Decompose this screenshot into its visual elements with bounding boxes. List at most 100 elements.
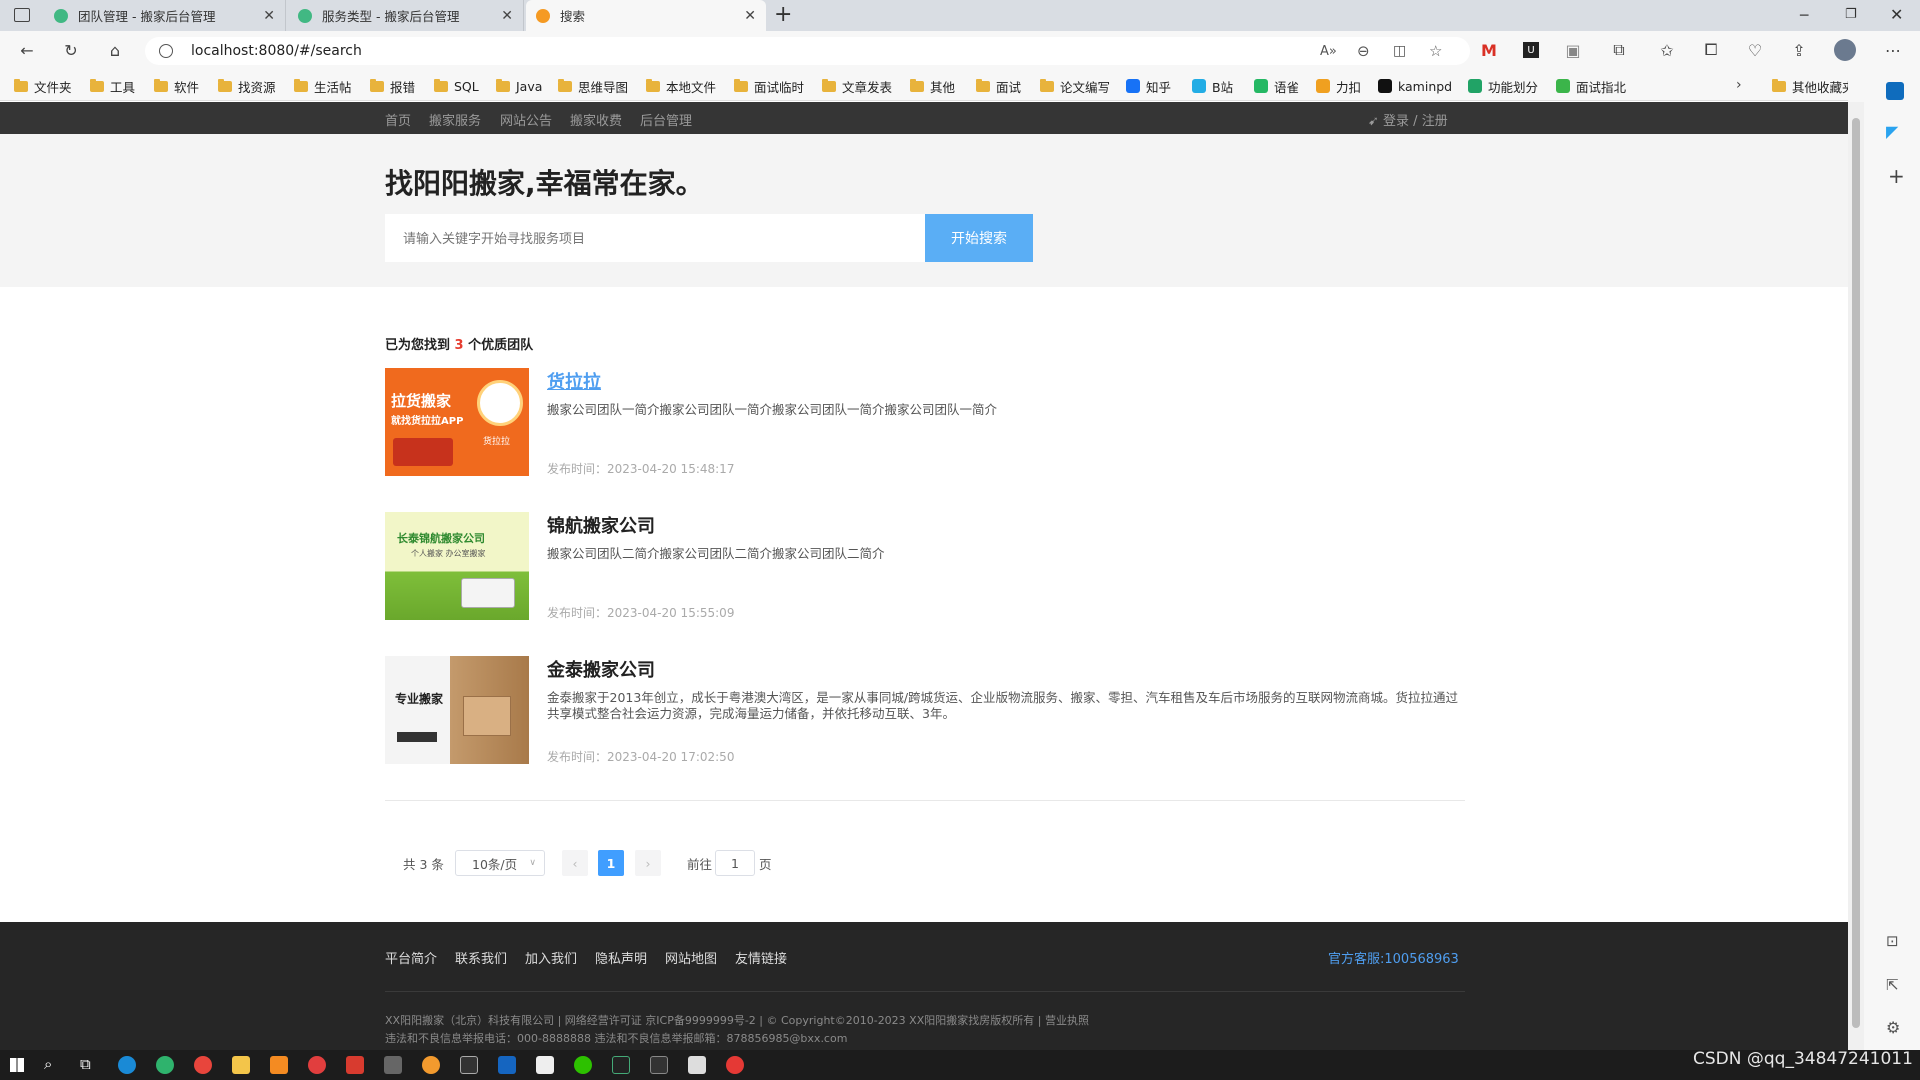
footer-link-join[interactable]: 加入我们 (525, 948, 577, 967)
next-page-button[interactable]: › (635, 850, 661, 876)
bookmark-item[interactable]: SQL (434, 76, 479, 96)
close-tab-icon[interactable]: ✕ (263, 8, 275, 24)
outlook-icon[interactable] (1886, 82, 1904, 100)
app-icon[interactable] (422, 1056, 440, 1074)
bookmark-item[interactable]: 面试临时 (734, 76, 804, 96)
record-app-icon[interactable] (726, 1056, 744, 1074)
browser-tab-service-type[interactable]: 服务类型 - 搬家后台管理 ✕ (288, 0, 524, 31)
settings-gear-icon[interactable]: ⚙ (1886, 1018, 1900, 1037)
typora-app-icon[interactable] (536, 1056, 554, 1074)
edge-app-icon[interactable] (156, 1056, 174, 1074)
page-scrollbar[interactable] (1848, 102, 1864, 1050)
tab-actions-icon[interactable] (14, 8, 30, 22)
favorites-icon[interactable]: ✩ (1656, 39, 1678, 61)
footer-link-sitemap[interactable]: 网站地图 (665, 948, 717, 967)
profile-avatar[interactable] (1834, 39, 1856, 61)
read-aloud-icon[interactable]: A» (1320, 44, 1337, 59)
bookmark-item[interactable]: 面试指北 (1556, 76, 1626, 96)
nav-moving-service[interactable]: 搬家服务 (429, 110, 481, 129)
bookmark-item[interactable]: 语雀 (1254, 76, 1299, 96)
bookmark-item[interactable]: 找资源 (218, 76, 276, 96)
search-button[interactable]: 开始搜索 (925, 214, 1033, 262)
team-name-link[interactable]: 货拉拉 (547, 368, 601, 394)
refresh-icon[interactable]: ↻ (60, 39, 82, 61)
team-thumbnail[interactable]: 长泰锦航搬家公司 个人搬家 办公室搬家 (385, 512, 529, 620)
bookmark-item[interactable]: 工具 (90, 76, 135, 96)
sublime-app-icon[interactable] (270, 1056, 288, 1074)
zoom-out-icon[interactable]: ⊖ (1357, 42, 1370, 60)
app-icon[interactable] (498, 1056, 516, 1074)
team-thumbnail[interactable]: 专业搬家 (385, 656, 529, 764)
browser-tab-search[interactable]: 搜索 ✕ (526, 0, 766, 31)
address-bar[interactable]: localhost:8080/#/search A» ⊖ ◫ ☆ (145, 37, 1470, 65)
restore-icon[interactable]: ❐ (1845, 7, 1857, 22)
screenshot-icon[interactable]: ⊡ (1886, 932, 1899, 950)
login-register-link[interactable]: ➹ 登录 / 注册 (1368, 110, 1448, 129)
bookmark-item[interactable]: 文章发表 (822, 76, 892, 96)
edge-app-icon[interactable] (118, 1056, 136, 1074)
close-icon[interactable]: ✕ (1890, 5, 1903, 24)
bookmark-item[interactable]: 文件夹 (14, 76, 72, 96)
collections-icon[interactable]: ⧠ (1700, 39, 1722, 61)
extensions-icon[interactable]: ⧉ (1608, 39, 1630, 61)
netease-music-icon[interactable] (308, 1056, 326, 1074)
new-tab-button[interactable]: + (774, 2, 792, 27)
home-icon[interactable]: ⌂ (104, 39, 126, 61)
terminal-app-icon[interactable] (650, 1056, 668, 1074)
info-icon[interactable] (159, 44, 173, 58)
bookmark-item[interactable]: 报错 (370, 76, 415, 96)
close-tab-icon[interactable]: ✕ (501, 8, 513, 24)
open-in-new-icon[interactable]: ⇱ (1886, 976, 1899, 994)
file-explorer-icon[interactable] (232, 1056, 250, 1074)
bookmark-item[interactable]: 软件 (154, 76, 199, 96)
browser-essentials-icon[interactable]: ♡ (1744, 39, 1766, 61)
extension-icon[interactable]: ▣ (1562, 39, 1584, 61)
bookmark-other-favorites[interactable]: 其他收藏夹 (1772, 76, 1855, 96)
more-menu-icon[interactable]: ⋯ (1882, 39, 1904, 61)
team-name-link[interactable]: 锦航搬家公司 (547, 512, 655, 538)
bookmark-item[interactable]: B站 (1192, 76, 1233, 96)
bookmark-item[interactable]: 知乎 (1126, 76, 1171, 96)
intellij-app-icon[interactable] (612, 1056, 630, 1074)
wps-app-icon[interactable] (346, 1056, 364, 1074)
bookmark-item[interactable]: kaminpd (1378, 76, 1452, 96)
browser-tab-team[interactable]: 团队管理 - 搬家后台管理 ✕ (44, 0, 286, 31)
bookmark-item[interactable]: 生活帖 (294, 76, 352, 96)
footer-link-about[interactable]: 平台简介 (385, 948, 437, 967)
bookmarks-more-chevron-icon[interactable]: › (1736, 77, 1742, 93)
add-favorite-icon[interactable]: ☆ (1429, 42, 1442, 60)
ublock-extension-icon[interactable]: U (1520, 39, 1542, 61)
search-icon[interactable]: ⌕ (44, 1055, 52, 1073)
nav-admin[interactable]: 后台管理 (640, 110, 692, 129)
app-icon[interactable] (460, 1056, 478, 1074)
task-view-icon[interactable]: ⧉ (80, 1055, 91, 1073)
bookmark-item[interactable]: 功能划分 (1468, 76, 1538, 96)
telegram-icon[interactable]: ◤ (1886, 122, 1898, 141)
bookmark-item[interactable]: 其他 (910, 76, 955, 96)
team-thumbnail[interactable]: 拉货搬家 就找货拉拉APP 货拉拉 (385, 368, 529, 476)
bookmark-item[interactable]: 力扣 (1316, 76, 1361, 96)
footer-link-friends[interactable]: 友情链接 (735, 948, 787, 967)
footer-link-contact[interactable]: 联系我们 (455, 948, 507, 967)
windows-start-icon[interactable] (10, 1058, 24, 1072)
page-number-current[interactable]: 1 (598, 850, 624, 876)
bookmark-item[interactable]: 本地文件 (646, 76, 716, 96)
bookmark-item[interactable]: Java (496, 76, 542, 96)
wechat-app-icon[interactable] (574, 1056, 592, 1074)
share-icon[interactable]: ⇪ (1788, 39, 1810, 61)
page-size-select[interactable]: 10条/页 ∨ (455, 850, 545, 876)
chrome-app-icon[interactable] (194, 1056, 212, 1074)
app-icon[interactable] (384, 1056, 402, 1074)
back-icon[interactable]: ← (16, 39, 38, 61)
scrollbar-thumb[interactable] (1852, 118, 1860, 1028)
bookmark-item[interactable]: 论文编写 (1040, 76, 1110, 96)
team-name-link[interactable]: 金泰搬家公司 (547, 656, 655, 682)
nav-home[interactable]: 首页 (385, 110, 411, 129)
close-tab-icon[interactable]: ✕ (744, 8, 756, 24)
bookmark-item[interactable]: 面试 (976, 76, 1021, 96)
gmail-extension-icon[interactable]: M (1478, 39, 1500, 61)
nav-announcement[interactable]: 网站公告 (500, 110, 552, 129)
prev-page-button[interactable]: ‹ (562, 850, 588, 876)
add-sidebar-app-icon[interactable]: + (1888, 164, 1905, 188)
footer-link-privacy[interactable]: 隐私声明 (595, 948, 647, 967)
